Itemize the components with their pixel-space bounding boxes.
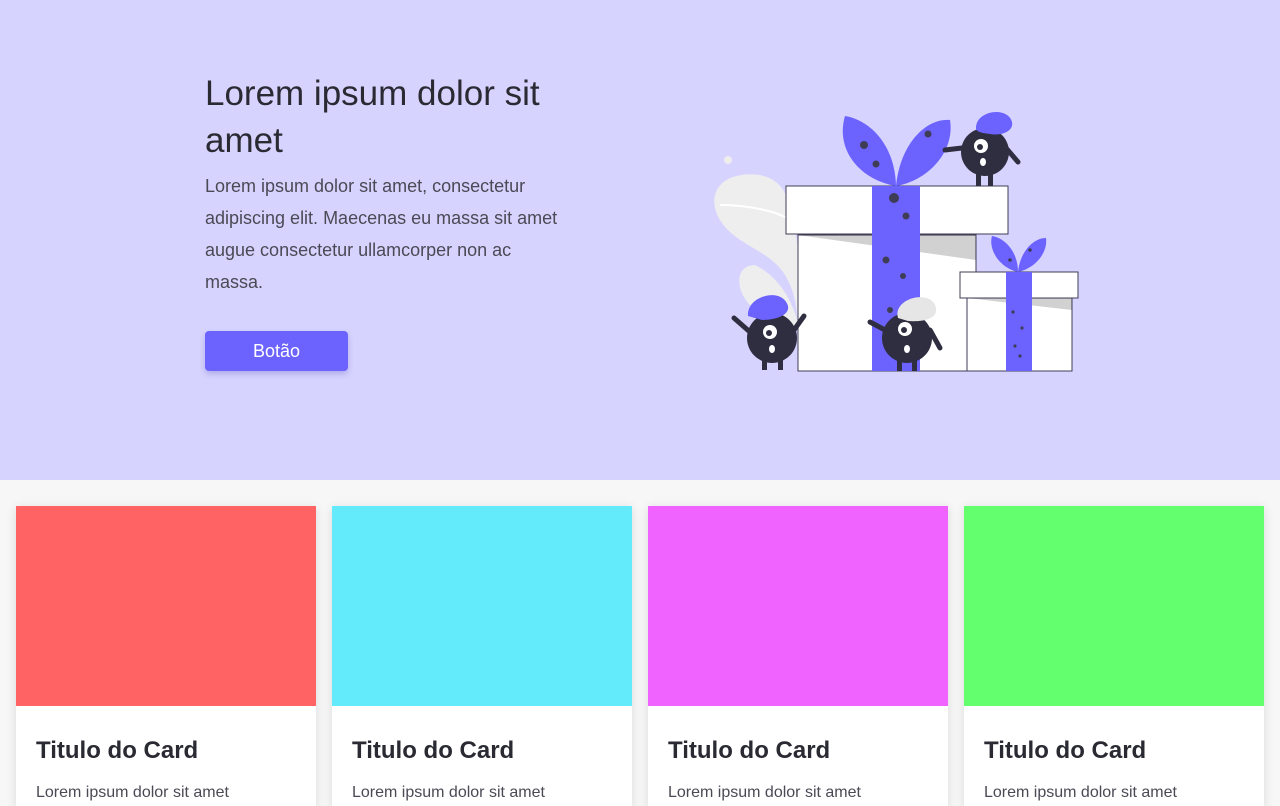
gift-boxes-with-monsters-illustration (714, 111, 1079, 372)
card-body: Titulo do Card Lorem ipsum dolor sit ame… (16, 706, 316, 806)
card-body: Titulo do Card Lorem ipsum dolor sit ame… (964, 706, 1264, 806)
card-title: Titulo do Card (668, 737, 831, 764)
card-image (648, 506, 948, 706)
hero-section: Lorem ipsum dolor sit amet Lorem ipsum d… (0, 0, 1280, 480)
card-image (964, 506, 1264, 706)
card-text: Lorem ipsum dolor sit amet (984, 784, 1177, 801)
card-image (16, 506, 316, 706)
hero-text-block: Lorem ipsum dolor sit amet Lorem ipsum d… (205, 70, 585, 298)
card-title: Titulo do Card (352, 737, 515, 764)
hero-cta-button[interactable]: Botão (205, 331, 348, 371)
card-text: Lorem ipsum dolor sit amet (668, 784, 861, 801)
card[interactable]: Titulo do Card Lorem ipsum dolor sit ame… (648, 506, 948, 806)
hero-title: Lorem ipsum dolor sit amet (205, 74, 540, 160)
card[interactable]: Titulo do Card Lorem ipsum dolor sit ame… (16, 506, 316, 806)
card-body: Titulo do Card Lorem ipsum dolor sit ame… (332, 706, 632, 806)
card-image (332, 506, 632, 706)
cards-section: Titulo do Card Lorem ipsum dolor sit ame… (0, 480, 1280, 806)
card[interactable]: Titulo do Card Lorem ipsum dolor sit ame… (964, 506, 1264, 806)
card-text: Lorem ipsum dolor sit amet (352, 784, 545, 801)
card-title: Titulo do Card (984, 737, 1147, 764)
card-body: Titulo do Card Lorem ipsum dolor sit ame… (648, 706, 948, 806)
card[interactable]: Titulo do Card Lorem ipsum dolor sit ame… (332, 506, 632, 806)
hero-description: Lorem ipsum dolor sit amet, consectetur … (205, 176, 558, 292)
card-title: Titulo do Card (36, 737, 199, 764)
card-text: Lorem ipsum dolor sit amet (36, 784, 229, 801)
